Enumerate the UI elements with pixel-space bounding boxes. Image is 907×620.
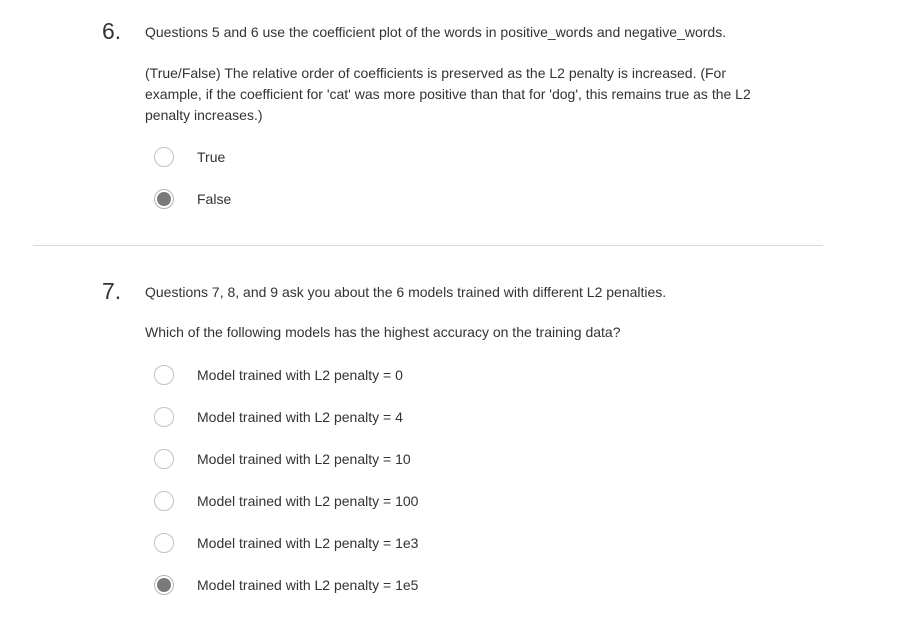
radio-button[interactable] <box>154 147 174 167</box>
option-l2-10[interactable]: Model trained with L2 penalty = 10 <box>154 447 411 471</box>
radio-button[interactable] <box>154 491 174 511</box>
option-l2-1e5[interactable]: Model trained with L2 penalty = 1e5 <box>154 573 418 597</box>
question-intro: Questions 5 and 6 use the coefficient pl… <box>145 24 727 40</box>
option-l2-4[interactable]: Model trained with L2 penalty = 4 <box>154 405 403 429</box>
radio-button-selected[interactable] <box>154 189 174 209</box>
question-number: 7. <box>102 278 122 304</box>
radio-button[interactable] <box>154 365 174 385</box>
question-prompt: Which of the following models has the hi… <box>145 324 621 340</box>
option-l2-100[interactable]: Model trained with L2 penalty = 100 <box>154 489 418 513</box>
radio-button[interactable] <box>154 449 174 469</box>
option-l2-1e3[interactable]: Model trained with L2 penalty = 1e3 <box>154 531 418 555</box>
option-l2-0[interactable]: Model trained with L2 penalty = 0 <box>154 363 403 387</box>
option-label: Model trained with L2 penalty = 1e3 <box>197 535 419 551</box>
option-label: Model trained with L2 penalty = 0 <box>197 367 403 383</box>
option-label: Model trained with L2 penalty = 1e5 <box>197 577 419 593</box>
option-false[interactable]: False <box>154 187 231 211</box>
radio-button-selected[interactable] <box>154 575 174 595</box>
radio-button[interactable] <box>154 533 174 553</box>
option-label: Model trained with L2 penalty = 4 <box>197 409 403 425</box>
option-true[interactable]: True <box>154 145 225 169</box>
question-divider <box>33 245 823 246</box>
option-label: True <box>197 149 226 165</box>
option-label: Model trained with L2 penalty = 10 <box>197 451 411 467</box>
radio-button[interactable] <box>154 407 174 427</box>
option-label: False <box>197 191 232 207</box>
question-prompt: (True/False) The relative order of coeff… <box>145 65 751 123</box>
question-number: 6. <box>102 18 122 44</box>
option-label: Model trained with L2 penalty = 100 <box>197 493 419 509</box>
question-intro: Questions 7, 8, and 9 ask you about the … <box>145 284 667 300</box>
